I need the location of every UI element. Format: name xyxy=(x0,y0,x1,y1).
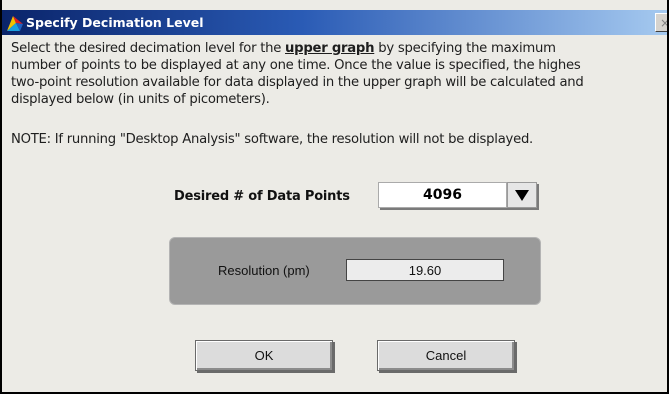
instructions-text: Select the desired decimation level for … xyxy=(11,41,584,107)
app-icon xyxy=(6,14,24,32)
resolution-value: 19.60 xyxy=(346,259,504,281)
title-bar[interactable]: Specify Decimation Level × xyxy=(2,10,667,35)
resolution-label: Resolution (pm) xyxy=(218,263,310,278)
cancel-button[interactable]: Cancel xyxy=(377,340,515,371)
note-text: NOTE: If running "Desktop Analysis" soft… xyxy=(11,132,534,147)
dialog-window: Specify Decimation Level × Select the de… xyxy=(0,0,669,394)
upper-graph-emphasis: upper graph xyxy=(285,41,375,56)
ok-button[interactable]: OK xyxy=(195,340,333,371)
data-points-label: Desired # of Data Points xyxy=(174,189,350,204)
dropdown-arrow-icon[interactable] xyxy=(507,182,537,208)
close-icon[interactable]: × xyxy=(655,13,667,32)
data-points-select[interactable]: 4096 xyxy=(378,182,507,208)
window-title: Specify Decimation Level xyxy=(26,15,204,30)
